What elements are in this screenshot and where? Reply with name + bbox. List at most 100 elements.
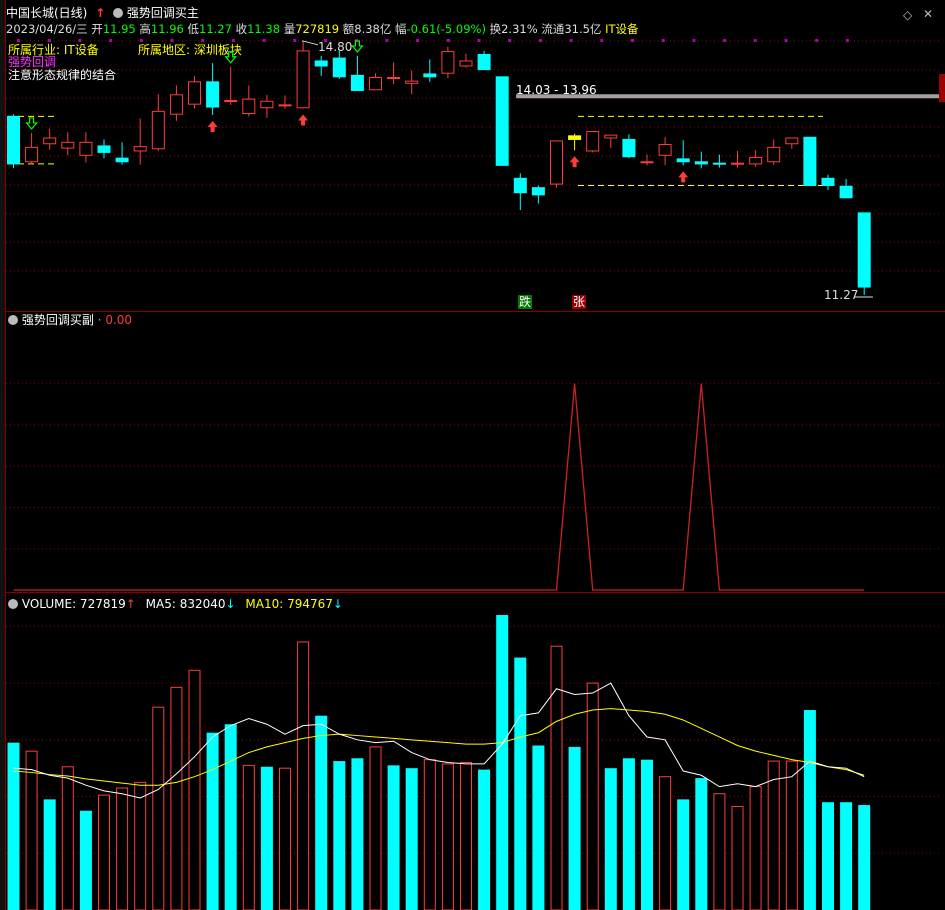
volume-bar bbox=[731, 805, 744, 910]
volume-chart[interactable] bbox=[0, 593, 945, 910]
signal-dot bbox=[815, 39, 819, 42]
signal-dot bbox=[201, 39, 205, 42]
candle-body bbox=[314, 60, 328, 67]
volume-bar bbox=[61, 766, 74, 910]
buy-arrow-icon bbox=[298, 114, 309, 126]
buy-arrow-icon bbox=[569, 156, 580, 168]
signal-dot bbox=[538, 39, 542, 42]
volume-bar bbox=[695, 778, 708, 910]
volume-bar bbox=[333, 761, 346, 910]
candle-body bbox=[586, 131, 600, 152]
signal-dot bbox=[600, 39, 604, 42]
range-annotation: 14.03 - 13.96 bbox=[516, 83, 597, 97]
signal-dot bbox=[845, 39, 849, 42]
signal-dot bbox=[78, 39, 82, 42]
candle-body bbox=[513, 177, 527, 194]
buy-arrow-icon bbox=[207, 120, 218, 132]
candle-body bbox=[857, 212, 871, 288]
low-annotation: 11.27 bbox=[824, 288, 859, 302]
volume-bar bbox=[840, 802, 853, 910]
sell-arrow-icon bbox=[351, 40, 364, 53]
candle-body bbox=[242, 98, 256, 115]
candle-body bbox=[495, 76, 509, 166]
signal-dot bbox=[723, 39, 727, 42]
ma5-line bbox=[13, 682, 865, 799]
signal-dot bbox=[139, 39, 143, 42]
volume-bar bbox=[369, 746, 382, 910]
signal-dot bbox=[692, 39, 696, 42]
rise-badge: 张 bbox=[572, 295, 587, 309]
candle-body bbox=[278, 104, 292, 107]
candle-body bbox=[604, 134, 618, 139]
signal-dot bbox=[293, 39, 297, 42]
volume-bar bbox=[188, 669, 201, 910]
candle-body bbox=[550, 140, 563, 185]
signal-dot bbox=[753, 39, 757, 42]
ma10-line bbox=[13, 708, 865, 786]
candle-body bbox=[97, 145, 111, 153]
candle-body bbox=[332, 57, 346, 78]
volume-bar bbox=[586, 682, 599, 910]
signal-dot bbox=[631, 39, 634, 42]
signal-dot bbox=[569, 39, 573, 42]
volume-bar bbox=[387, 765, 400, 910]
volume-bar bbox=[170, 686, 183, 910]
volume-bar bbox=[297, 641, 310, 910]
volume-bar bbox=[315, 715, 328, 910]
volume-bar bbox=[659, 776, 672, 910]
sub-chart[interactable] bbox=[0, 312, 945, 592]
volume-bar bbox=[116, 787, 129, 910]
volume-bar bbox=[423, 759, 436, 910]
candle-body bbox=[694, 161, 708, 165]
candle-body bbox=[61, 141, 75, 149]
signal-dot bbox=[231, 39, 235, 42]
sub-indicator-line bbox=[13, 383, 865, 591]
signal-dot bbox=[784, 39, 788, 42]
volume-bar bbox=[604, 768, 617, 910]
candle-body bbox=[405, 80, 419, 84]
volume-bar bbox=[641, 759, 653, 910]
buy-arrow-icon bbox=[678, 171, 689, 183]
volume-bar bbox=[532, 745, 545, 910]
candle-body bbox=[712, 162, 726, 165]
volume-bar bbox=[260, 766, 273, 910]
volume-bar bbox=[134, 781, 147, 910]
candle-body bbox=[821, 177, 835, 187]
candle-body bbox=[749, 156, 763, 165]
candle-body bbox=[423, 73, 437, 78]
volume-bar bbox=[622, 758, 635, 910]
signal-dot bbox=[477, 39, 481, 42]
high-annotation: 14.80 bbox=[318, 40, 353, 54]
volume-bar bbox=[713, 793, 726, 910]
candle-body bbox=[387, 77, 401, 80]
signal-dot bbox=[385, 39, 389, 42]
candle-body bbox=[640, 161, 654, 164]
main-chart[interactable] bbox=[0, 0, 945, 312]
volume-bar bbox=[7, 742, 20, 910]
candle-body bbox=[459, 60, 473, 67]
candle-body bbox=[224, 100, 238, 103]
volume-bar bbox=[79, 810, 92, 910]
volume-bar bbox=[152, 706, 165, 910]
candle-body bbox=[531, 187, 545, 196]
volume-bar bbox=[803, 710, 816, 910]
volume-bar bbox=[405, 768, 418, 910]
candle-body bbox=[43, 137, 57, 145]
candle-body bbox=[622, 138, 636, 158]
candle-body bbox=[79, 141, 93, 156]
candle-body bbox=[7, 115, 20, 165]
candle-body bbox=[350, 74, 364, 91]
volume-bar bbox=[550, 645, 563, 910]
volume-bar bbox=[767, 760, 780, 910]
volume-bar bbox=[98, 794, 110, 910]
right-edge-tab[interactable] bbox=[939, 74, 945, 102]
signal-dot bbox=[416, 39, 420, 42]
signal-dot bbox=[446, 39, 450, 42]
candle-body bbox=[803, 136, 817, 187]
sell-arrow-icon bbox=[224, 51, 237, 64]
candle-body bbox=[767, 146, 781, 163]
candle-body bbox=[839, 185, 853, 199]
signal-dot bbox=[508, 39, 512, 42]
volume-bar bbox=[514, 657, 527, 910]
candle-body bbox=[731, 162, 744, 165]
